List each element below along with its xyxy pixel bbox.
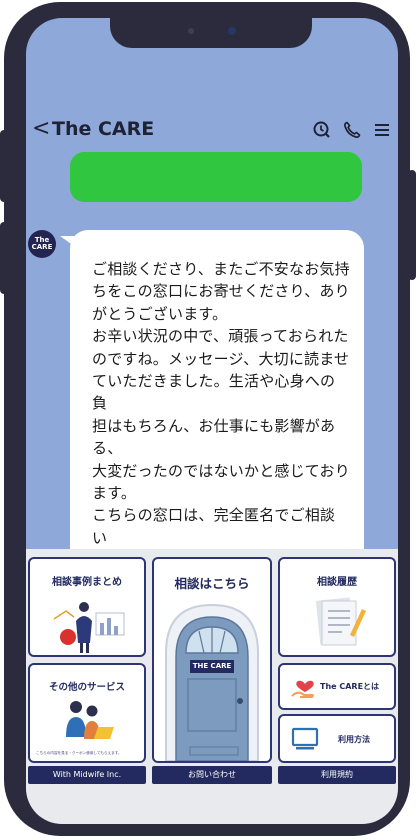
- header-icons: [312, 120, 392, 140]
- monitor-icon: [291, 727, 319, 750]
- case-examples-illustration-icon: [53, 602, 125, 653]
- heart-hand-icon: [291, 680, 314, 698]
- front-camera: [228, 27, 236, 35]
- footer-contact-button[interactable]: お問い合わせ: [152, 766, 272, 784]
- other-services-tile[interactable]: その他のサービス こちらの内容を見る・クーポン使用してもらえます。: [28, 663, 146, 763]
- about-tile[interactable]: The CAREとは: [278, 663, 396, 710]
- fine-print-text: こちらの内容を見る・クーポン使用してもらえます。: [36, 751, 122, 755]
- camera-notch: [110, 18, 312, 48]
- chat-header: < The CARE: [26, 114, 398, 146]
- chat-title: The CARE: [52, 118, 155, 140]
- usage-tile[interactable]: 利用方法: [278, 714, 396, 763]
- document-icon: [315, 597, 366, 646]
- history-label: 相談履歴: [317, 577, 357, 588]
- people-laptop-icon: [66, 701, 114, 739]
- usage-label: 利用方法: [338, 735, 370, 744]
- case-examples-tile[interactable]: 相談事例まとめ: [28, 557, 146, 657]
- clock-icon[interactable]: [312, 120, 332, 140]
- other-services-label: その他のサービス: [48, 682, 125, 693]
- consult-here-label: 相談はこちら: [174, 576, 250, 591]
- phone-screen: < The CARE The CARE ご相談くださり、またご不安なお気持 ちを…: [26, 18, 398, 824]
- menu-icon[interactable]: [372, 120, 392, 140]
- door-icon: [165, 603, 259, 761]
- phone-frame: < The CARE The CARE ご相談くださり、またご不安なお気持 ちを…: [4, 2, 410, 836]
- consult-here-tile[interactable]: 相談はこちら THE CARE: [152, 557, 272, 763]
- speaker-dot: [188, 28, 194, 34]
- footer-company-button[interactable]: With Midwife Inc.: [28, 766, 146, 784]
- door-sign-text: THE CARE: [192, 662, 232, 670]
- back-icon[interactable]: <: [32, 116, 50, 141]
- footer-terms-button[interactable]: 利用規約: [278, 766, 396, 784]
- bot-message-text: ご相談くださり、またご不安なお気持 ちをこの窓口にお寄せくださり、あり がとうご…: [92, 260, 350, 569]
- bot-message-bubble: ご相談くださり、またご不安なお気持 ちをこの窓口にお寄せくださり、あり がとうご…: [70, 230, 364, 570]
- case-examples-label: 相談事例まとめ: [52, 577, 122, 588]
- rich-menu: 相談事例まとめ 相談はこちら THE CARE 相談履歴 その他のサービス こち…: [26, 549, 398, 824]
- history-tile[interactable]: 相談履歴: [278, 557, 396, 657]
- user-message-bubble: [70, 152, 362, 202]
- about-label: The CAREとは: [320, 682, 380, 691]
- phone-icon[interactable]: [342, 120, 362, 140]
- bot-avatar[interactable]: The CARE: [28, 230, 56, 258]
